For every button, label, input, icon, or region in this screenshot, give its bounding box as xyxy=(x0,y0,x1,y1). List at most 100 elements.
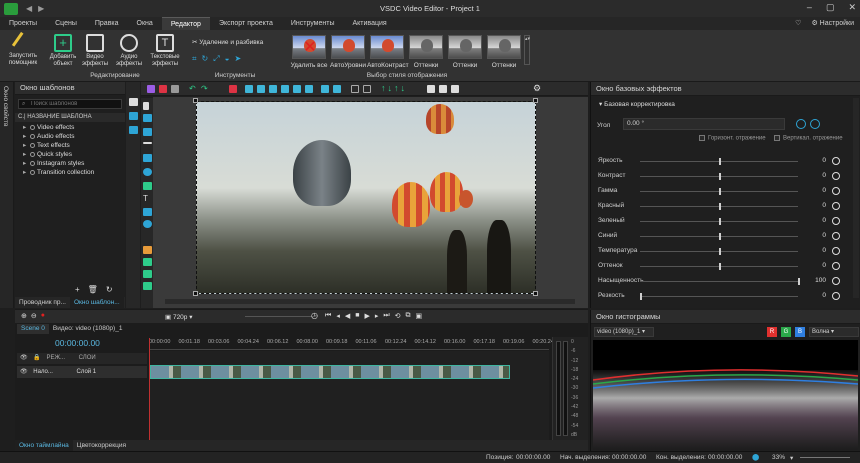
launch-wizard-button[interactable]: Запустить помощник xyxy=(6,31,40,67)
style-thumb-3[interactable] xyxy=(409,35,443,59)
line-icon[interactable] xyxy=(143,142,152,144)
tree-item-text-effects[interactable]: Text effects xyxy=(15,141,125,150)
slider-row[interactable]: Зеленый 0 xyxy=(592,214,852,229)
record-icon[interactable]: ● xyxy=(41,312,45,320)
settings-button[interactable]: ⚙ Настройки xyxy=(811,17,854,30)
flip-h-checkbox[interactable]: Горизонт. отражение xyxy=(699,135,766,142)
to-start-icon[interactable]: ⏮ xyxy=(325,312,331,320)
loop-icon[interactable]: ⟲ xyxy=(395,312,401,320)
shape3-icon[interactable] xyxy=(451,85,459,93)
lock-icon[interactable]: 🔒 xyxy=(33,355,40,361)
slider-knob[interactable] xyxy=(798,278,800,285)
animation-icon[interactable] xyxy=(143,246,152,254)
zoom-icon[interactable]: ⬤ xyxy=(752,453,759,461)
add-template-icon[interactable]: + xyxy=(75,285,80,294)
tree-item-video-effects[interactable]: Video effects xyxy=(15,123,125,132)
timeline-ruler[interactable]: 00:00:00 00:01.18 00:03.06 00:04.24 00:06.12… xyxy=(149,338,554,350)
toolbar-icon-3[interactable] xyxy=(171,85,179,93)
marker-icon[interactable]: ⧉ xyxy=(406,312,411,320)
slider-knob[interactable] xyxy=(719,263,721,270)
align-center-icon[interactable] xyxy=(257,85,265,93)
zoom-out-icon[interactable]: ⊖ xyxy=(31,312,37,320)
undo-icon[interactable]: ↶ xyxy=(189,84,196,93)
prev-frame-icon[interactable]: ◂ xyxy=(336,312,340,320)
channel-r-toggle[interactable]: R xyxy=(767,327,777,337)
tab-explorer[interactable]: Проводник пр... xyxy=(15,297,70,308)
align-middle-icon[interactable] xyxy=(293,85,301,93)
track-eye-icon[interactable]: 👁 xyxy=(20,369,28,375)
ellipse-icon[interactable] xyxy=(143,168,152,176)
reset-icon[interactable] xyxy=(832,157,840,165)
menu-scenes[interactable]: Сцены xyxy=(46,17,86,30)
stop-icon[interactable]: ■ xyxy=(355,312,359,320)
zoom-dropdown-icon[interactable]: ▾ xyxy=(790,454,793,462)
play-icon[interactable]: ▶ xyxy=(364,312,369,320)
channel-g-toggle[interactable]: G xyxy=(781,327,791,337)
slider-row[interactable]: Оттенок 0 xyxy=(592,259,852,274)
tab-color-correction[interactable]: Цветокоррекция xyxy=(73,440,130,451)
tab-templates[interactable]: Окно шаблон... xyxy=(69,297,124,308)
histogram-source-select[interactable]: video (1080p)_1 ▾ xyxy=(594,327,654,337)
subtitle-icon[interactable] xyxy=(143,208,152,216)
angle-input[interactable]: 0.00 ° xyxy=(623,118,785,130)
template-search-box[interactable]: ⌕ xyxy=(18,99,122,109)
menu-tools[interactable]: Инструменты xyxy=(282,17,344,30)
toolbar-icon-4[interactable] xyxy=(229,85,237,93)
slider-track[interactable] xyxy=(640,281,798,282)
tab-scene[interactable]: Scene 0 xyxy=(17,324,49,334)
selection-tool-icon[interactable] xyxy=(129,98,138,106)
crop-icon[interactable] xyxy=(129,126,138,134)
rotate-tool-icon[interactable]: ↻ xyxy=(202,54,209,64)
tab-video[interactable]: Видео: video (1080p)_1 xyxy=(49,324,127,334)
tab-timeline[interactable]: Окно таймлайна xyxy=(15,440,73,451)
video-effects-button[interactable]: Видео эффекты xyxy=(80,32,110,68)
reset-icon[interactable] xyxy=(832,247,840,255)
toolbar-icon-1[interactable] xyxy=(147,85,155,93)
slider-knob[interactable] xyxy=(640,293,642,300)
reset-icon[interactable] xyxy=(832,172,840,180)
menu-activation[interactable]: Активация xyxy=(344,17,396,30)
to-end-icon[interactable]: ⏭ xyxy=(383,312,389,320)
maximize-button[interactable]: ▢ xyxy=(826,2,835,13)
preview-scrollbar[interactable] xyxy=(165,299,575,304)
flip-v-checkbox[interactable]: Вертикал. отражение xyxy=(774,135,843,142)
panel-scrollbar[interactable] xyxy=(853,98,859,298)
rotate-left-icon[interactable] xyxy=(796,119,806,129)
slider-row[interactable]: Гамма 0 xyxy=(592,184,852,199)
forward-icon[interactable]: ▶ xyxy=(38,4,44,13)
resize-handle[interactable] xyxy=(533,98,538,103)
tree-item-transitions[interactable]: Transition collection xyxy=(15,168,125,177)
align-top-icon[interactable] xyxy=(281,85,289,93)
slider-row[interactable]: Резкость 0 xyxy=(592,289,852,304)
slider-row[interactable]: Синий 0 xyxy=(592,229,852,244)
slider-knob[interactable] xyxy=(719,248,721,255)
slider-knob[interactable] xyxy=(719,218,721,225)
zoom-in-icon[interactable]: ⊕ xyxy=(21,312,27,320)
text-tool-icon[interactable]: T xyxy=(143,194,148,203)
distribute-icon[interactable] xyxy=(321,85,329,93)
order-arrows-icon[interactable]: ↑↓↑↓ xyxy=(381,83,407,93)
add-object-button[interactable]: + Добавить объект xyxy=(48,32,78,68)
menu-export[interactable]: Экспорт проекта xyxy=(210,17,282,30)
video-frame[interactable] xyxy=(196,101,536,294)
slider-row[interactable]: Красный 0 xyxy=(592,199,852,214)
playhead[interactable] xyxy=(149,338,150,440)
refresh-template-icon[interactable]: ↻ xyxy=(106,285,113,294)
style-thumb-5[interactable] xyxy=(487,35,521,59)
slider-row[interactable]: Контраст 0 xyxy=(592,169,852,184)
slider-knob[interactable] xyxy=(719,188,721,195)
align-right-icon[interactable] xyxy=(269,85,277,93)
chat-icon[interactable] xyxy=(143,220,152,228)
style-thumb-1[interactable] xyxy=(331,35,365,59)
crop-tool-icon[interactable]: ⌗ xyxy=(192,54,197,64)
slider-knob[interactable] xyxy=(719,203,721,210)
shape2-icon[interactable] xyxy=(439,85,447,93)
split-delete-button[interactable]: ✂ Удаление и разбивка xyxy=(192,38,263,46)
reset-icon[interactable] xyxy=(832,262,840,270)
tree-item-quick-styles[interactable]: Quick styles xyxy=(15,150,125,159)
fill-tool-icon[interactable]: ◒ xyxy=(225,54,230,64)
effects-icon[interactable] xyxy=(143,282,152,290)
menu-editor[interactable]: Редактор xyxy=(161,17,210,30)
text-effects-button[interactable]: T Текстовые эффекты xyxy=(148,32,182,68)
slider-row[interactable]: Насыщенность 100 xyxy=(592,274,852,289)
